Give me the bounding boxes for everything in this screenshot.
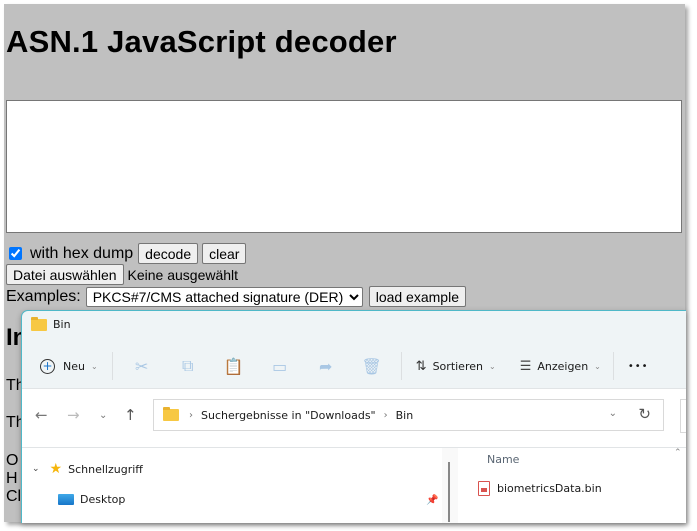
chevron-down-icon: ⌄ xyxy=(488,361,496,371)
examples-row: Examples: PKCS#7/CMS attached signature … xyxy=(6,286,466,307)
cut-icon[interactable]: ✂ xyxy=(119,357,165,376)
folder-icon xyxy=(163,407,179,421)
explorer-window-title: Bin xyxy=(53,318,71,331)
chevron-down-icon: ⌄ xyxy=(594,361,601,371)
refresh-icon[interactable]: ↻ xyxy=(638,405,651,423)
sidebar-scrollbar[interactable] xyxy=(442,448,458,523)
examples-label: Examples: xyxy=(6,287,81,305)
delete-icon[interactable]: 🗑 xyxy=(349,357,395,376)
scroll-up-icon[interactable]: ⌃ xyxy=(674,448,682,458)
plus-circle-icon: + xyxy=(40,358,55,374)
sort-icon: ⇅ xyxy=(415,358,427,374)
address-dropdown-icon[interactable]: ⌄ xyxy=(609,408,617,419)
breadcrumb-item[interactable]: Suchergebnisse in "Downloads" xyxy=(201,409,376,422)
address-bar[interactable]: › Suchergebnisse in "Downloads" › Bin ⌄ … xyxy=(153,399,664,431)
desktop-icon xyxy=(58,494,74,505)
back-arrow-icon[interactable]: ← xyxy=(35,406,48,424)
breadcrumb-separator-icon: › xyxy=(383,409,388,421)
sort-label: Sortieren xyxy=(432,359,483,373)
file-explorer-window: Bin + Neu ⌄ ✂ ⧉ 📋 ▭ ➦ 🗑 ⇅ Sortieren ⌄ ☰ … xyxy=(21,310,686,523)
explorer-toolbar: + Neu ⌄ ✂ ⧉ 📋 ▭ ➦ 🗑 ⇅ Sortieren ⌄ ☰ Anze… xyxy=(22,345,686,387)
breadcrumb-separator-icon: › xyxy=(189,409,193,421)
paste-icon[interactable]: 📋 xyxy=(211,357,257,376)
background-text-fragment: H xyxy=(6,470,18,487)
examples-select[interactable]: PKCS#7/CMS attached signature (DER) xyxy=(85,286,363,307)
sidebar-item-label: Desktop xyxy=(80,493,126,506)
search-box[interactable] xyxy=(680,399,686,433)
view-button[interactable]: ☰ Anzeigen ⌄ xyxy=(520,351,601,381)
chevron-down-icon[interactable]: ⌄ xyxy=(32,464,40,474)
toolbar-divider xyxy=(400,352,402,380)
share-icon[interactable]: ➦ xyxy=(303,357,349,376)
explorer-content: ⌄ ★ Schnellzugriff Desktop 📌 Name ⌃ biom… xyxy=(22,448,686,523)
choose-file-button[interactable]: Datei auswählen xyxy=(6,264,124,285)
file-status: Keine ausgewählt xyxy=(127,266,239,283)
load-example-button[interactable]: load example xyxy=(368,286,466,307)
decode-button[interactable]: decode xyxy=(138,243,199,264)
sidebar-item-desktop[interactable]: Desktop xyxy=(58,493,125,506)
quick-access-item[interactable]: ⌄ ★ Schnellzugriff xyxy=(32,461,143,477)
quick-access-label: Schnellzugriff xyxy=(68,462,143,476)
background-text-fragment: O xyxy=(6,452,19,469)
view-label: Anzeigen xyxy=(537,359,589,373)
explorer-navigation-bar: ← → ⌄ ↑ › Suchergebnisse in "Downloads" … xyxy=(22,388,686,449)
copy-icon[interactable]: ⧉ xyxy=(165,356,211,376)
file-row: Datei auswählen Keine ausgewählt xyxy=(6,264,238,285)
explorer-title-bar: Bin xyxy=(31,316,71,331)
sort-button[interactable]: ⇅ Sortieren ⌄ xyxy=(416,351,496,381)
list-view-icon: ☰ xyxy=(519,358,532,374)
star-icon: ★ xyxy=(49,461,63,477)
scrollbar-thumb[interactable] xyxy=(448,462,450,522)
toolbar-divider xyxy=(111,352,113,380)
forward-arrow-icon[interactable]: → xyxy=(67,406,80,424)
hex-dump-checkbox[interactable] xyxy=(9,247,22,260)
pin-icon[interactable]: 📌 xyxy=(426,495,438,506)
toolbar-divider xyxy=(612,352,614,380)
folder-icon xyxy=(31,316,47,331)
chevron-down-icon: ⌄ xyxy=(90,361,98,371)
file-item[interactable]: biometricsData.bin xyxy=(478,481,602,496)
file-icon xyxy=(478,481,490,496)
new-label: Neu xyxy=(63,359,85,373)
hex-dump-label[interactable]: with hex dump xyxy=(30,245,133,263)
breadcrumb-item[interactable]: Bin xyxy=(396,409,414,422)
asn1-input-textarea[interactable] xyxy=(6,100,682,233)
background-text-fragment: Cl xyxy=(6,488,22,505)
page-title: ASN.1 JavaScript decoder xyxy=(6,24,397,59)
column-header-name[interactable]: Name xyxy=(487,453,519,466)
recent-locations-chevron-icon[interactable]: ⌄ xyxy=(99,410,107,421)
up-arrow-icon[interactable]: ↑ xyxy=(124,406,137,424)
more-options-button[interactable]: ••• xyxy=(628,351,649,381)
rename-icon[interactable]: ▭ xyxy=(257,357,303,376)
file-name: biometricsData.bin xyxy=(497,482,602,495)
options-row: with hex dump decode clear xyxy=(8,243,247,264)
new-button[interactable]: + Neu ⌄ xyxy=(40,351,98,381)
clear-button[interactable]: clear xyxy=(202,243,247,264)
